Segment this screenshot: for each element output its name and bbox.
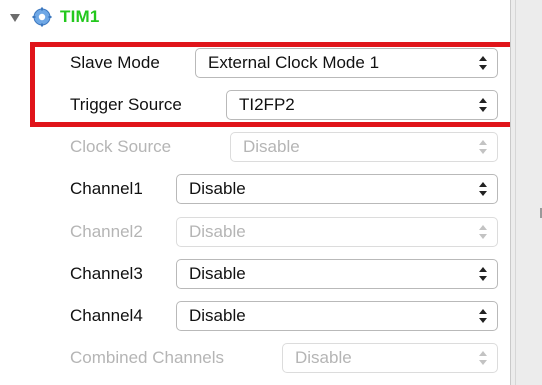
updown-arrows-icon: [479, 140, 487, 156]
row-clock-source: Clock Source: [70, 130, 171, 164]
row-channel1: Channel1: [70, 172, 143, 206]
channel1-select[interactable]: Disable: [176, 174, 498, 204]
row-combined-channels: Combined Channels: [70, 341, 224, 375]
channel2-select: Disable: [176, 217, 498, 247]
updown-arrows-icon: [479, 267, 487, 283]
clock-source-select: Disable: [230, 132, 498, 162]
row-channel2: Channel2: [70, 215, 143, 249]
channel1-value: Disable: [189, 179, 246, 198]
scrollbar-divider: [515, 0, 516, 385]
channel2-label: Channel2: [70, 222, 143, 241]
configuration-panel: TIM1 Slave Mode External Clock Mode 1 Tr…: [0, 0, 521, 385]
vertical-scrollbar[interactable]: [510, 0, 542, 385]
combined-channels-select: Disable: [282, 343, 498, 373]
combined-channels-label: Combined Channels: [70, 348, 225, 367]
updown-arrows-icon: [479, 309, 487, 325]
tree-node-title: TIM1: [60, 7, 100, 26]
channel4-value: Disable: [189, 306, 246, 325]
channel3-select[interactable]: Disable: [176, 259, 498, 289]
updown-arrows-icon: [479, 182, 487, 198]
combined-channels-value: Disable: [295, 348, 352, 367]
updown-arrows-icon: [479, 225, 487, 241]
red-highlight-box: [30, 42, 521, 127]
channel4-label: Channel4: [70, 306, 143, 325]
tree-node-tim1[interactable]: TIM1: [10, 4, 100, 30]
channel3-label: Channel3: [70, 264, 143, 283]
row-channel4: Channel4: [70, 299, 143, 333]
updown-arrows-icon: [479, 351, 487, 367]
channel4-select[interactable]: Disable: [176, 301, 498, 331]
channel3-value: Disable: [189, 264, 246, 283]
clock-source-value: Disable: [243, 137, 300, 156]
channel2-value: Disable: [189, 222, 246, 241]
gear-icon: [32, 7, 52, 27]
channel1-label: Channel1: [70, 179, 143, 198]
clock-source-label: Clock Source: [70, 137, 172, 156]
row-channel3: Channel3: [70, 257, 143, 291]
disclosure-triangle-icon[interactable]: [10, 14, 20, 22]
